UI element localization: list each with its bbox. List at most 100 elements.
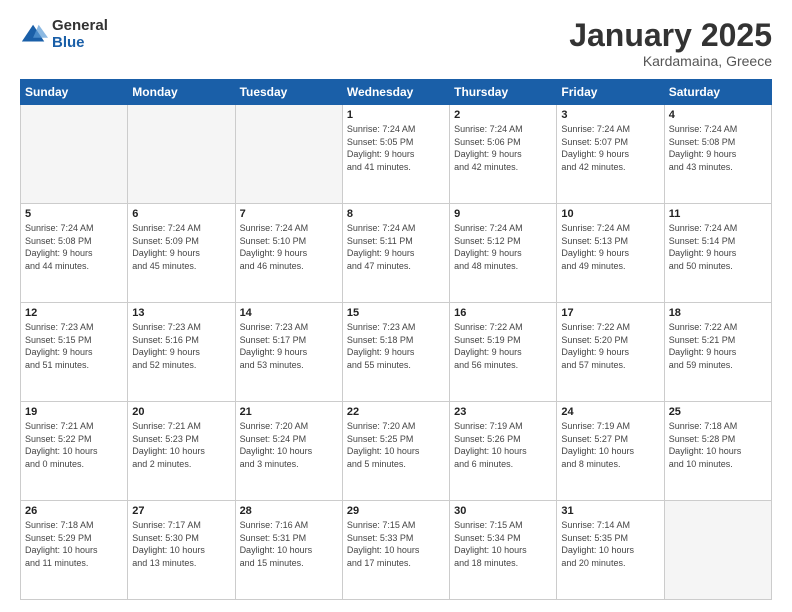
table-row: 18 Sunrise: 7:22 AMSunset: 5:21 PMDayligh…	[664, 303, 771, 402]
day-number: 13	[132, 307, 230, 319]
day-number: 29	[347, 505, 445, 517]
day-info: Sunrise: 7:14 AMSunset: 5:35 PMDaylight:…	[561, 519, 659, 569]
day-number: 30	[454, 505, 552, 517]
day-info: Sunrise: 7:20 AMSunset: 5:24 PMDaylight:…	[240, 420, 338, 470]
day-number: 8	[347, 208, 445, 220]
day-number: 17	[561, 307, 659, 319]
day-info: Sunrise: 7:24 AMSunset: 5:12 PMDaylight:…	[454, 222, 552, 272]
day-info: Sunrise: 7:24 AMSunset: 5:07 PMDaylight:…	[561, 123, 659, 173]
day-number: 9	[454, 208, 552, 220]
day-number: 28	[240, 505, 338, 517]
table-row: 5Sunrise: 7:24 AMSunset: 5:08 PMDaylight…	[21, 204, 128, 303]
day-number: 12	[25, 307, 123, 319]
logo-text: General Blue	[52, 18, 108, 51]
day-info: Sunrise: 7:24 AMSunset: 5:14 PMDaylight:…	[669, 222, 767, 272]
table-row: 6Sunrise: 7:24 AMSunset: 5:09 PMDaylight…	[128, 204, 235, 303]
day-info: Sunrise: 7:24 AMSunset: 5:06 PMDaylight:…	[454, 123, 552, 173]
day-number: 25	[669, 406, 767, 418]
table-row: 29 Sunrise: 7:15 AMSunset: 5:33 PMDayligh…	[342, 501, 449, 600]
logo-icon	[20, 21, 48, 49]
day-number: 23	[454, 406, 552, 418]
day-info: Sunrise: 7:24 AMSunset: 5:13 PMDaylight:…	[561, 222, 659, 272]
table-row: 4Sunrise: 7:24 AMSunset: 5:08 PMDaylight…	[664, 105, 771, 204]
table-row: 30Sunrise: 7:15 AMSunset: 5:34 PMDayligh…	[450, 501, 557, 600]
day-number: 19	[25, 406, 123, 418]
day-number: 26	[25, 505, 123, 517]
day-info: Sunrise: 7:18 AMSunset: 5:28 PMDaylight:…	[669, 420, 767, 470]
calendar-week-row: 5Sunrise: 7:24 AMSunset: 5:08 PMDaylight…	[21, 204, 772, 303]
day-number: 1	[347, 109, 445, 121]
month-title: January 2025	[569, 18, 772, 53]
table-row: 26 Sunrise: 7:18 AMSunset: 5:29 PMDayligh…	[21, 501, 128, 600]
calendar-week-row: 12 Sunrise: 7:23 AMSunset: 5:15 PMDayligh…	[21, 303, 772, 402]
day-info: Sunrise: 7:19 AMSunset: 5:26 PMDaylight:…	[454, 420, 552, 470]
table-row: 31 Sunrise: 7:14 AMSunset: 5:35 PMDayligh…	[557, 501, 664, 600]
header: General Blue January 2025 Kardamaina, Gr…	[20, 18, 772, 69]
day-info: Sunrise: 7:24 AMSunset: 5:08 PMDaylight:…	[25, 222, 123, 272]
day-info: Sunrise: 7:18 AMSunset: 5:29 PMDaylight:…	[25, 519, 123, 569]
day-number: 31	[561, 505, 659, 517]
logo-blue: Blue	[52, 35, 108, 52]
col-sunday: Sunday	[21, 80, 128, 105]
calendar-week-row: 1Sunrise: 7:24 AMSunset: 5:05 PMDaylight…	[21, 105, 772, 204]
table-row: 27 Sunrise: 7:17 AMSunset: 5:30 PMDayligh…	[128, 501, 235, 600]
day-number: 10	[561, 208, 659, 220]
day-number: 2	[454, 109, 552, 121]
location-subtitle: Kardamaina, Greece	[569, 53, 772, 69]
day-number: 22	[347, 406, 445, 418]
day-info: Sunrise: 7:19 AMSunset: 5:27 PMDaylight:…	[561, 420, 659, 470]
calendar-week-row: 26 Sunrise: 7:18 AMSunset: 5:29 PMDayligh…	[21, 501, 772, 600]
table-row: 1Sunrise: 7:24 AMSunset: 5:05 PMDaylight…	[342, 105, 449, 204]
day-info: Sunrise: 7:15 AMSunset: 5:33 PMDaylight:…	[347, 519, 445, 569]
day-info: Sunrise: 7:23 AMSunset: 5:17 PMDaylight:…	[240, 321, 338, 371]
day-info: Sunrise: 7:22 AMSunset: 5:21 PMDaylight:…	[669, 321, 767, 371]
title-section: January 2025 Kardamaina, Greece	[569, 18, 772, 69]
table-row: 28 Sunrise: 7:16 AMSunset: 5:31 PMDayligh…	[235, 501, 342, 600]
day-number: 18	[669, 307, 767, 319]
table-row: 19 Sunrise: 7:21 AMSunset: 5:22 PMDayligh…	[21, 402, 128, 501]
table-row: 13Sunrise: 7:23 AMSunset: 5:16 PMDayligh…	[128, 303, 235, 402]
table-row: 17Sunrise: 7:22 AMSunset: 5:20 PMDayligh…	[557, 303, 664, 402]
table-row: 8 Sunrise: 7:24 AMSunset: 5:11 PMDaylight…	[342, 204, 449, 303]
table-row: 16Sunrise: 7:22 AMSunset: 5:19 PMDayligh…	[450, 303, 557, 402]
table-row: 7 Sunrise: 7:24 AMSunset: 5:10 PMDaylight…	[235, 204, 342, 303]
col-saturday: Saturday	[664, 80, 771, 105]
day-info: Sunrise: 7:23 AMSunset: 5:15 PMDaylight:…	[25, 321, 123, 371]
day-info: Sunrise: 7:24 AMSunset: 5:09 PMDaylight:…	[132, 222, 230, 272]
page: General Blue January 2025 Kardamaina, Gr…	[0, 0, 792, 612]
col-wednesday: Wednesday	[342, 80, 449, 105]
day-info: Sunrise: 7:16 AMSunset: 5:31 PMDaylight:…	[240, 519, 338, 569]
table-row	[664, 501, 771, 600]
day-number: 27	[132, 505, 230, 517]
col-tuesday: Tuesday	[235, 80, 342, 105]
day-info: Sunrise: 7:24 AMSunset: 5:10 PMDaylight:…	[240, 222, 338, 272]
table-row	[21, 105, 128, 204]
calendar-week-row: 19 Sunrise: 7:21 AMSunset: 5:22 PMDayligh…	[21, 402, 772, 501]
table-row: 12 Sunrise: 7:23 AMSunset: 5:15 PMDayligh…	[21, 303, 128, 402]
calendar-header-row: Sunday Monday Tuesday Wednesday Thursday…	[21, 80, 772, 105]
table-row: 21Sunrise: 7:20 AMSunset: 5:24 PMDayligh…	[235, 402, 342, 501]
table-row: 25 Sunrise: 7:18 AMSunset: 5:28 PMDayligh…	[664, 402, 771, 501]
day-number: 24	[561, 406, 659, 418]
day-number: 16	[454, 307, 552, 319]
calendar-table: Sunday Monday Tuesday Wednesday Thursday…	[20, 79, 772, 600]
day-number: 20	[132, 406, 230, 418]
day-info: Sunrise: 7:24 AMSunset: 5:08 PMDaylight:…	[669, 123, 767, 173]
table-row: 3 Sunrise: 7:24 AMSunset: 5:07 PMDaylight…	[557, 105, 664, 204]
day-number: 15	[347, 307, 445, 319]
table-row: 15 Sunrise: 7:23 AMSunset: 5:18 PMDayligh…	[342, 303, 449, 402]
day-number: 3	[561, 109, 659, 121]
day-info: Sunrise: 7:23 AMSunset: 5:18 PMDaylight:…	[347, 321, 445, 371]
day-info: Sunrise: 7:24 AMSunset: 5:11 PMDaylight:…	[347, 222, 445, 272]
day-number: 7	[240, 208, 338, 220]
day-info: Sunrise: 7:17 AMSunset: 5:30 PMDaylight:…	[132, 519, 230, 569]
col-monday: Monday	[128, 80, 235, 105]
day-number: 11	[669, 208, 767, 220]
table-row: 24 Sunrise: 7:19 AMSunset: 5:27 PMDayligh…	[557, 402, 664, 501]
col-thursday: Thursday	[450, 80, 557, 105]
logo: General Blue	[20, 18, 108, 51]
table-row: 23 Sunrise: 7:19 AMSunset: 5:26 PMDayligh…	[450, 402, 557, 501]
day-info: Sunrise: 7:21 AMSunset: 5:22 PMDaylight:…	[25, 420, 123, 470]
table-row: 9 Sunrise: 7:24 AMSunset: 5:12 PMDaylight…	[450, 204, 557, 303]
col-friday: Friday	[557, 80, 664, 105]
